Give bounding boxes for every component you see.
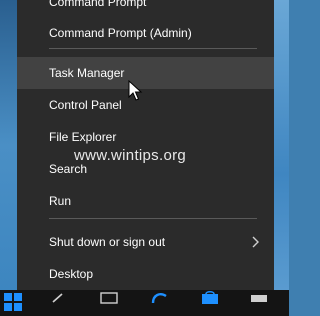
menu-item-run[interactable]: Run: [17, 185, 274, 217]
menu-item-label: Control Panel: [49, 98, 122, 112]
edge-icon[interactable]: [150, 290, 170, 304]
desktop-wallpaper-left: [0, 0, 17, 290]
taskbar: [0, 290, 289, 316]
system-tray-icon[interactable]: [248, 292, 270, 304]
winx-context-menu: Command Prompt Command Prompt (Admin) Ta…: [17, 0, 274, 290]
menu-item-shut-down-or-sign-out[interactable]: Shut down or sign out: [17, 226, 274, 258]
menu-item-label: File Explorer: [49, 130, 117, 144]
watermark-text: www.wintips.org: [74, 147, 187, 164]
task-view-icon[interactable]: [98, 290, 120, 304]
menu-separator: [49, 48, 257, 49]
menu-item-desktop[interactable]: Desktop: [17, 258, 274, 290]
menu-item-command-prompt-admin[interactable]: Command Prompt (Admin): [17, 17, 274, 49]
menu-item-label: Task Manager: [49, 66, 125, 80]
menu-item-label: Command Prompt: [49, 0, 147, 9]
menu-item-label: Command Prompt (Admin): [49, 26, 192, 40]
menu-separator: [49, 218, 257, 219]
chevron-right-icon: [252, 236, 259, 248]
store-icon[interactable]: [199, 290, 221, 304]
menu-item-control-panel[interactable]: Control Panel: [17, 89, 274, 121]
menu-item-label: Shut down or sign out: [49, 235, 166, 249]
desktop-wallpaper-right: [274, 0, 289, 290]
menu-item-command-prompt[interactable]: Command Prompt: [17, 0, 274, 18]
search-icon[interactable]: [50, 290, 72, 304]
menu-item-label: Search: [49, 162, 88, 176]
menu-item-label: Desktop: [49, 267, 94, 281]
windows-start-icon[interactable]: [4, 293, 22, 311]
mouse-pointer-icon: [128, 80, 143, 101]
menu-item-task-manager[interactable]: Task Manager: [17, 57, 274, 89]
menu-item-label: Run: [49, 194, 72, 208]
